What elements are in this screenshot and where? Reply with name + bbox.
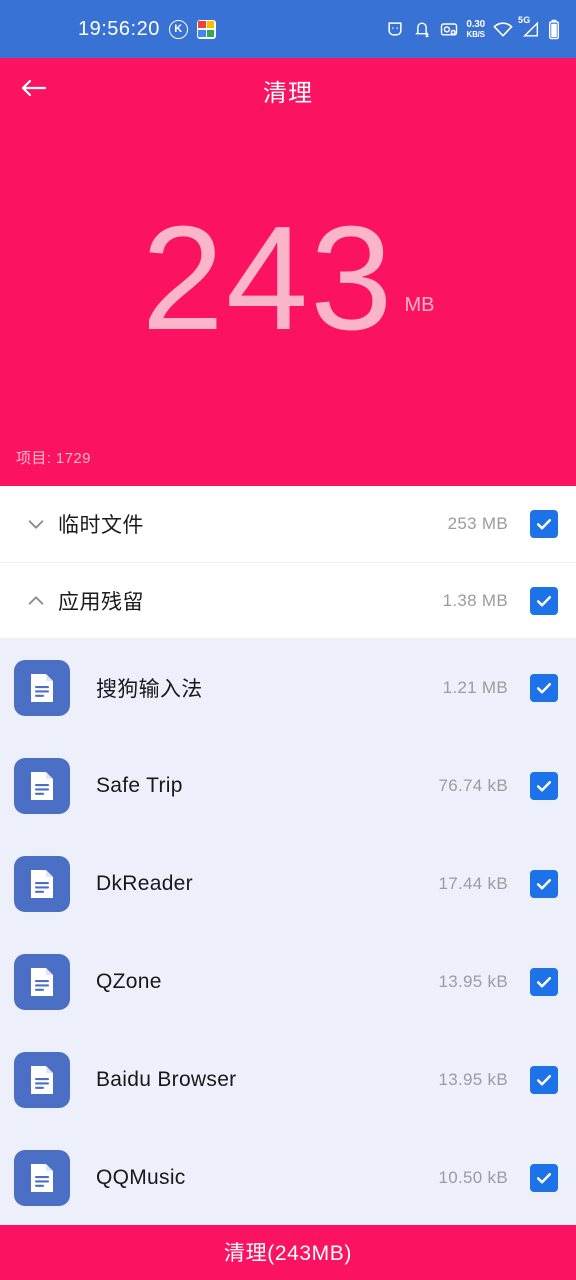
clean-button-label: 清理(243MB) [224,1242,352,1266]
list-item-checkbox[interactable] [530,1164,558,1193]
notification-off-icon [412,19,432,39]
summary-panel: 243 MB 项目: 1729 [0,122,576,486]
status-bar-left: 19:56:20 K [16,18,216,41]
battery-icon [548,19,560,40]
summary-amount-group: 243 MB [0,196,576,361]
category-checkbox[interactable] [530,509,558,538]
network-speed-unit: KB/S [466,29,486,39]
list-item[interactable]: DkReader 17.44 kB [0,835,576,933]
category-row-temp-files[interactable]: 临时文件 253 MB [0,486,576,563]
file-document-icon [14,1052,70,1109]
wifi-icon [492,20,514,38]
screenshot-icon [439,19,459,39]
category-checkbox[interactable] [530,586,558,615]
summary-items-count: 项目: 1729 [16,450,91,467]
arrow-left-icon [19,76,49,105]
summary-amount: 243 [141,196,395,361]
category-size: 253 MB [447,513,508,533]
file-document-icon [14,954,70,1011]
list-item-checkbox[interactable] [530,772,558,801]
list-item-name: Baidu Browser [96,1068,237,1092]
app-screen: 19:56:20 K 0.30 KB/S 5G 清理 243 MB 项目: 17… [0,0,576,1280]
signal-icon: 5G [518,15,541,39]
list-item-size: 13.95 kB [438,1070,508,1090]
file-document-icon [14,660,70,717]
clean-button[interactable]: 清理(243MB) [0,1224,576,1280]
back-button[interactable] [14,70,54,110]
list-item[interactable]: QZone 13.95 kB [0,933,576,1031]
category-size: 1.38 MB [442,590,508,610]
shield-icon [385,19,405,39]
circled-k-icon: K [168,19,188,39]
category-row-app-residue[interactable]: 应用残留 1.38 MB [0,562,576,640]
file-document-icon [14,1150,70,1207]
list-item-checkbox[interactable] [530,1066,558,1095]
chevron-down-icon[interactable] [14,513,58,535]
list-item-size: 17.44 kB [438,874,508,894]
network-speed-value: 0.30 [466,18,485,30]
list-item-checkbox[interactable] [530,870,558,899]
network-speed-indicator: 0.30 KB/S [466,18,486,39]
chevron-up-icon[interactable] [14,590,58,612]
status-bar: 19:56:20 K 0.30 KB/S 5G [0,0,576,58]
list-item[interactable]: Baidu Browser 13.95 kB [0,1031,576,1129]
list-item-name: QQMusic [96,1166,186,1190]
list-item-size: 76.74 kB [438,776,508,796]
file-document-icon [14,758,70,815]
category-label: 应用残留 [58,590,144,614]
app-header: 清理 [0,58,576,122]
summary-unit: MB [404,294,435,317]
list-item-name: 搜狗输入法 [96,678,203,702]
status-time: 19:56:20 [78,17,160,40]
list-item-name: QZone [96,970,162,994]
category-label: 临时文件 [58,513,144,537]
app-grid-icon [196,19,216,39]
list-item-size: 13.95 kB [438,972,508,992]
list-item-size: 1.21 MB [442,678,508,698]
list-item-checkbox[interactable] [530,968,558,997]
list-item[interactable]: Safe Trip 76.74 kB [0,737,576,835]
status-bar-right: 0.30 KB/S 5G [385,15,560,40]
list-item-name: Safe Trip [96,774,183,798]
app-residue-list: 搜狗输入法 1.21 MB Safe Trip 76.74 kB DkReade… [0,639,576,1225]
list-item[interactable]: QQMusic 10.50 kB [0,1129,576,1225]
network-type-label: 5G [518,14,531,25]
page-title: 清理 [263,79,313,107]
list-item-checkbox[interactable] [530,674,558,703]
list-item-size: 10.50 kB [438,1168,508,1188]
list-item-name: DkReader [96,872,193,896]
file-document-icon [14,856,70,913]
list-item[interactable]: 搜狗输入法 1.21 MB [0,639,576,737]
